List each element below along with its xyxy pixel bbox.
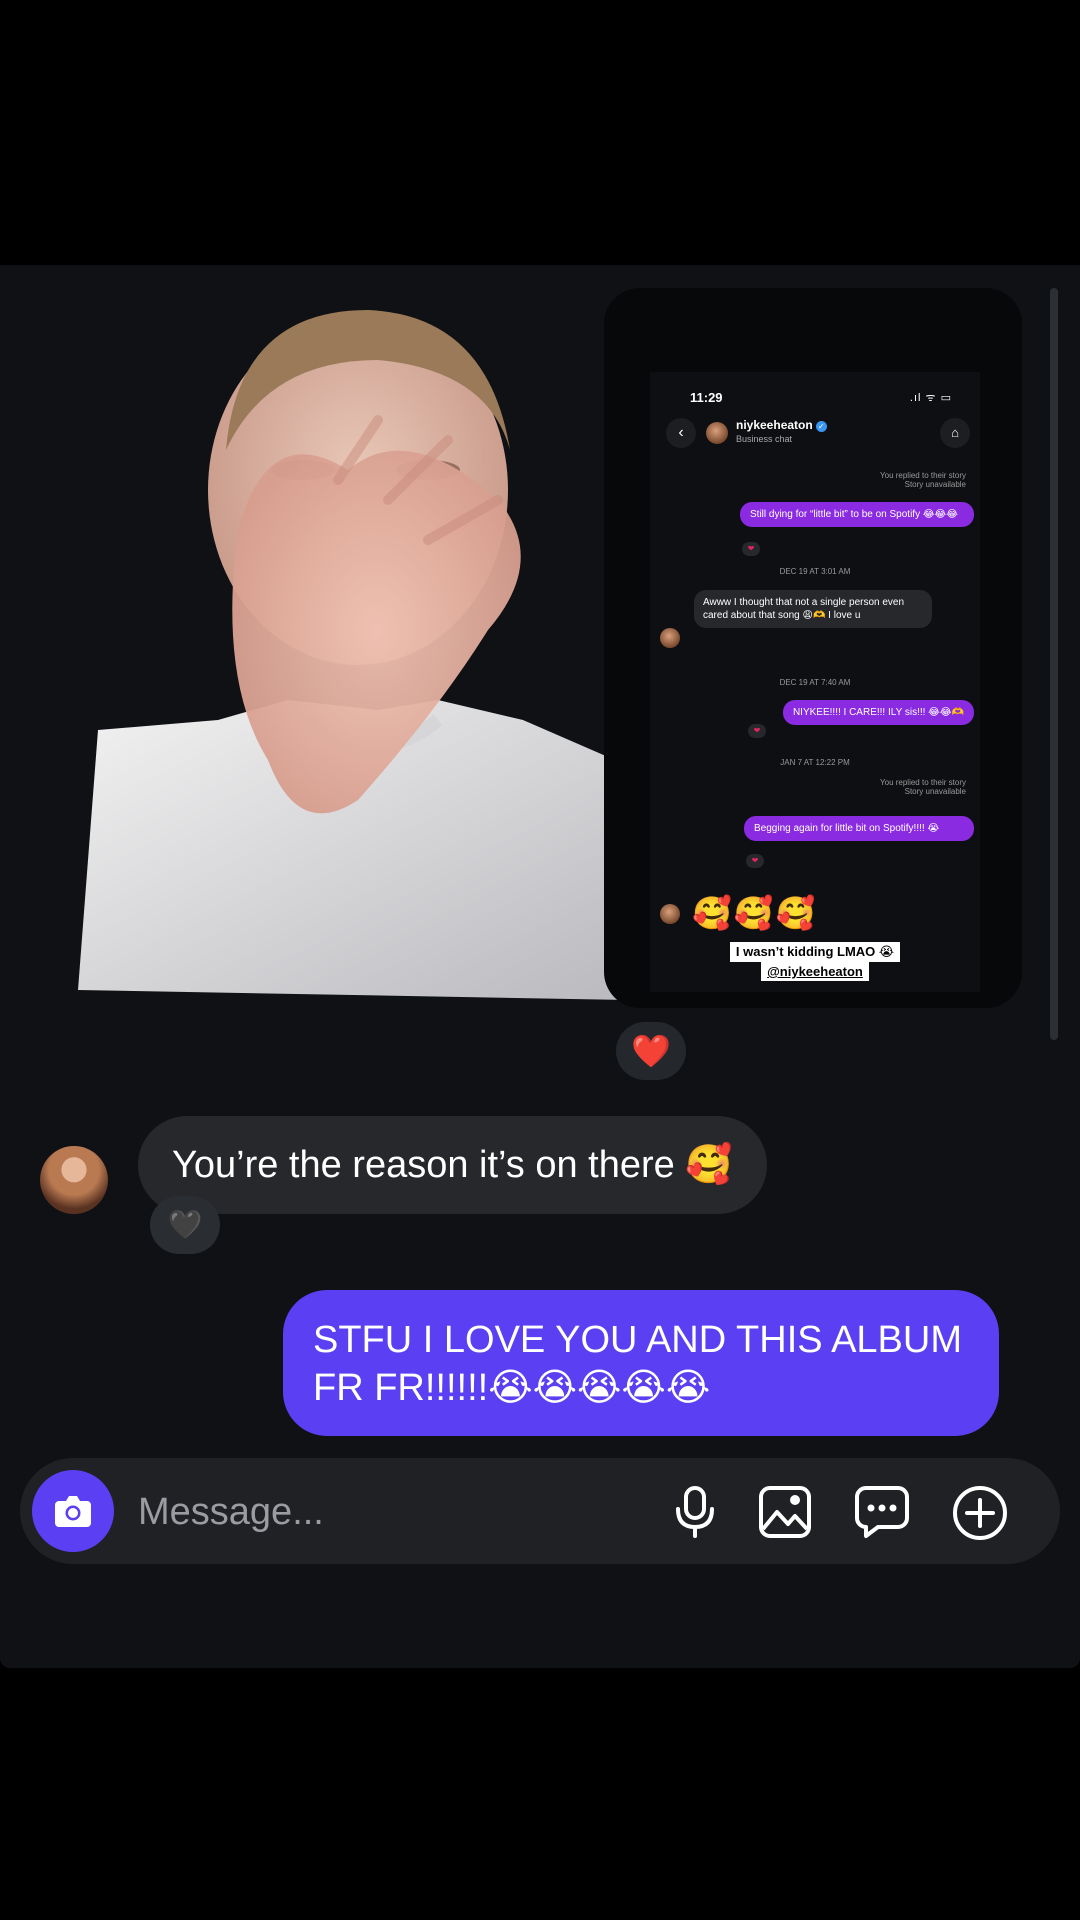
- story-reply-meta: You replied to their story Story unavaila…: [880, 778, 966, 796]
- screenshot-message-out: Still dying for “little bit” to be on Sp…: [740, 502, 974, 527]
- message-reaction[interactable]: 🖤: [150, 1196, 220, 1254]
- story-reply-meta: You replied to their story Story unavaila…: [880, 471, 966, 489]
- screenshot-message-in: Awww I thought that not a single person …: [694, 590, 932, 628]
- photo-reaction[interactable]: ❤️: [616, 1022, 686, 1080]
- screenshot-screen: 11:29 .ıl ᯤ ▭ ‹ niykeeheaton ✓ Business c…: [650, 372, 980, 992]
- caption-mention: @niykeeheaton: [650, 962, 980, 981]
- mini-avatar: [660, 628, 680, 648]
- emoji-reply: 🥰🥰🥰: [692, 895, 818, 931]
- camera-icon: [55, 1496, 91, 1527]
- screenshot-message-out: NIYKEE!!!! I CARE!!! ILY sis!!! 😂😂🫶: [782, 700, 974, 725]
- caption-line-1: I wasn’t kidding LMAO 😭: [650, 942, 980, 962]
- message-composer: [20, 1458, 1060, 1564]
- outgoing-message[interactable]: STFU I LOVE YOU AND THIS ALBUM FR FR!!!!…: [283, 1290, 999, 1436]
- heart-reaction-icon: ❤: [742, 542, 760, 556]
- gallery-icon[interactable]: [758, 1485, 812, 1539]
- date-divider: DEC 19 AT 3:01 AM: [779, 567, 851, 576]
- heart-reaction-icon: ❤: [748, 724, 766, 738]
- incoming-message[interactable]: You’re the reason it’s on there 🥰: [138, 1116, 767, 1214]
- add-icon[interactable]: [952, 1485, 1008, 1541]
- sticker-message-icon[interactable]: [854, 1485, 910, 1539]
- date-divider: JAN 7 AT 12:22 PM: [780, 758, 850, 767]
- status-icons: .ıl ᯤ ▭: [909, 392, 952, 404]
- camera-button[interactable]: [32, 1470, 114, 1552]
- contact-subtitle: Business chat: [736, 434, 793, 444]
- screenshot-message-out: Begging again for little bit on Spotify!…: [744, 816, 974, 841]
- microphone-icon[interactable]: [670, 1485, 720, 1539]
- verified-icon: ✓: [815, 421, 827, 432]
- contact-avatar: [706, 422, 728, 444]
- tag-icon: ⌂: [940, 418, 970, 448]
- message-input[interactable]: [136, 1486, 540, 1538]
- avatar[interactable]: [40, 1146, 108, 1214]
- selfie-photo[interactable]: [78, 300, 638, 1000]
- date-divider: DEC 19 AT 7:40 AM: [779, 678, 851, 687]
- contact-name: niykeeheaton ✓: [736, 418, 827, 432]
- scrollbar[interactable]: [1050, 288, 1058, 1040]
- heart-reaction-icon: ❤: [746, 854, 764, 868]
- shared-screenshot[interactable]: 11:29 .ıl ᯤ ▭ ‹ niykeeheaton ✓ Business c…: [604, 288, 1022, 1008]
- status-time: 11:29: [690, 390, 723, 405]
- mini-avatar: [660, 904, 680, 924]
- back-icon: ‹: [666, 418, 696, 448]
